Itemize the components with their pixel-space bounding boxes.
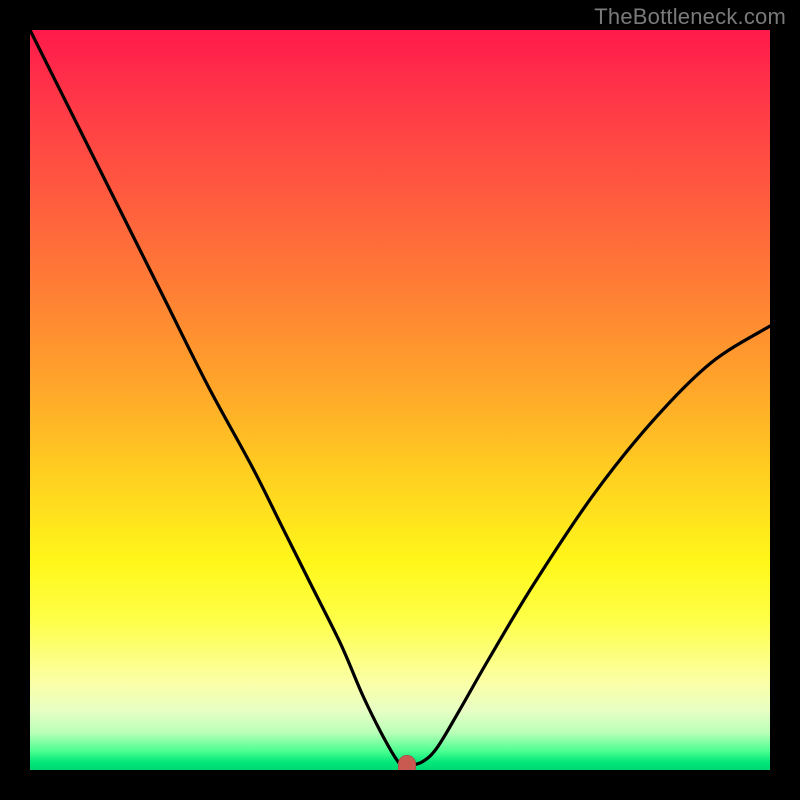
watermark-text: TheBottleneck.com xyxy=(594,4,786,30)
optimal-point-marker xyxy=(398,755,416,770)
plot-area xyxy=(30,30,770,770)
curve-path xyxy=(30,30,770,767)
bottleneck-curve xyxy=(30,30,770,770)
chart-frame: TheBottleneck.com xyxy=(0,0,800,800)
